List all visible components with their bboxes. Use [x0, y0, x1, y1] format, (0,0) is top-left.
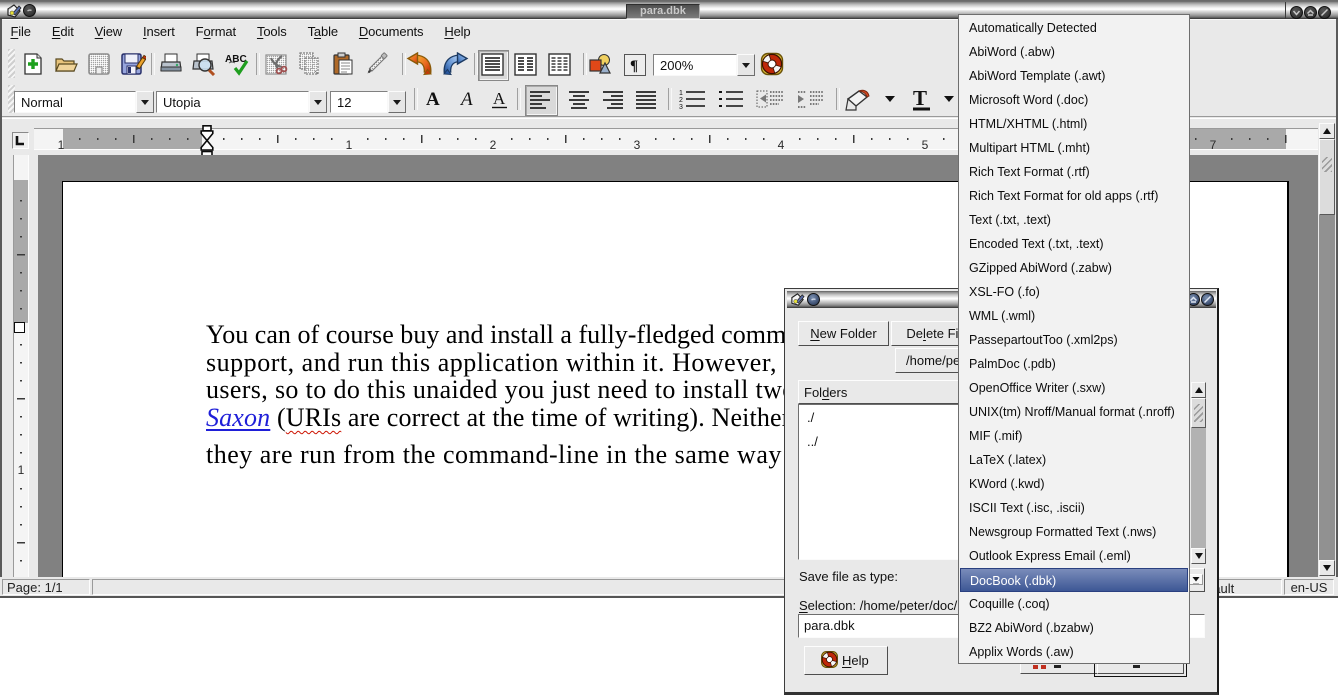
- svg-text:¶: ¶: [630, 58, 638, 74]
- svg-text:A: A: [493, 89, 506, 108]
- svg-text:A: A: [459, 89, 473, 110]
- svg-text:2: 2: [679, 97, 683, 104]
- svg-text:1: 1: [679, 90, 683, 97]
- svg-text:T: T: [913, 87, 927, 110]
- svg-text:3: 3: [679, 104, 683, 110]
- svg-text:A: A: [426, 89, 440, 110]
- svg-text:ABC: ABC: [225, 54, 247, 65]
